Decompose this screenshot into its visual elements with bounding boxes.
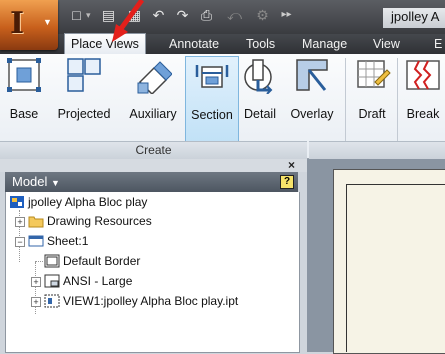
chevron-down-icon: ▼	[43, 17, 52, 27]
new-icon[interactable]: □	[68, 7, 85, 23]
more-icon[interactable]: ▸▸	[278, 7, 295, 23]
section-view-label: Section	[191, 108, 233, 122]
help-icon[interactable]: ?	[280, 175, 294, 189]
draft-view-icon	[357, 60, 391, 88]
auxiliary-view-icon	[137, 61, 172, 94]
projected-view-label: Projected	[57, 107, 111, 121]
tab-view[interactable]: View	[367, 34, 406, 54]
section-view-icon	[195, 65, 229, 88]
break-label: Break	[406, 107, 440, 121]
return-icon: ⤺	[227, 7, 242, 23]
drawing-file-icon	[10, 196, 24, 208]
drawing-view-icon	[44, 294, 60, 308]
browser-grip[interactable]	[0, 159, 307, 172]
tab-manage[interactable]: Manage	[296, 34, 353, 54]
section-view-button[interactable]: Section	[185, 56, 239, 148]
detail-view-button[interactable]: Detail	[238, 56, 282, 146]
detail-view-label: Detail	[244, 107, 276, 121]
border-icon	[44, 254, 60, 268]
model-browser-tree: jpolley Alpha Bloc play + Drawing Resour…	[5, 192, 300, 353]
tree-item-label: Default Border	[63, 254, 141, 268]
sheet-icon	[28, 235, 44, 247]
tree-line	[35, 261, 43, 262]
chevron-down-icon: ▼	[51, 178, 60, 188]
draft-view-button[interactable]: Draft	[350, 56, 394, 146]
sheet-border	[346, 184, 445, 352]
title-block-icon	[44, 274, 60, 288]
expand-icon[interactable]: +	[15, 217, 25, 227]
tree-item-label: jpolley Alpha Bloc play	[28, 195, 148, 209]
ribbon-panel: Base Projected Auxiliary Section Detail …	[0, 54, 445, 159]
title-bar: □ ▾ ▤ ▦ ↶ ↷ ⎙ ⤺ ⚙ ▸▸ jpolley A	[0, 0, 445, 34]
tree-item-label: Drawing Resources	[47, 214, 152, 228]
auxiliary-view-button[interactable]: Auxiliary	[122, 56, 184, 146]
draft-view-label: Draft	[358, 107, 386, 121]
browser-header: Model ▼ ?	[5, 172, 298, 192]
tree-item-default-border[interactable]: Default Border	[44, 252, 140, 270]
create-panel-label[interactable]: Create	[0, 141, 307, 159]
tree-item-label: ANSI - Large	[63, 274, 133, 288]
detail-view-icon	[244, 59, 273, 94]
expand-icon[interactable]: +	[31, 277, 41, 287]
undo-icon[interactable]: ↶	[150, 7, 167, 23]
close-icon[interactable]: ×	[288, 158, 295, 172]
redo-icon[interactable]: ↷	[174, 7, 191, 23]
update-icon: ⚙	[256, 7, 269, 23]
break-icon	[406, 60, 440, 90]
tree-item-label: Sheet:1	[47, 234, 89, 248]
browser-title[interactable]: Model ▼	[12, 174, 60, 189]
browser-title-label: Model	[12, 174, 48, 189]
tree-item-label: VIEW1:jpolley Alpha Bloc play.ipt	[63, 294, 239, 308]
collapse-icon[interactable]: −	[15, 237, 25, 247]
application-menu-button[interactable]: I ▼	[0, 0, 58, 50]
tree-item-title-block[interactable]: ANSI - Large	[44, 272, 132, 290]
print-icon[interactable]: ⎙	[198, 7, 215, 23]
overlay-view-button[interactable]: Overlay	[283, 56, 341, 146]
break-button[interactable]: Break	[401, 56, 445, 146]
base-view-label: Base	[9, 107, 39, 121]
modify-panel-label[interactable]	[309, 141, 445, 159]
tree-item-view1[interactable]: VIEW1:jpolley Alpha Bloc play.ipt	[44, 292, 238, 310]
base-view-button[interactable]: Base	[2, 56, 46, 146]
expand-icon[interactable]: +	[31, 297, 41, 307]
base-view-icon	[7, 58, 41, 92]
tree-item-drawing-resources[interactable]: Drawing Resources	[28, 212, 152, 230]
overlay-view-icon	[296, 59, 328, 91]
projected-view-button[interactable]: Projected	[47, 56, 121, 146]
inventor-logo-icon: I	[10, 6, 25, 41]
tab-annotate[interactable]: Annotate	[163, 34, 225, 54]
tab-environments[interactable]: E	[428, 34, 445, 54]
overlay-view-label: Overlay	[290, 107, 334, 121]
drawing-canvas[interactable]	[307, 159, 445, 354]
auxiliary-view-label: Auxiliary	[129, 107, 177, 121]
tree-item-sheet[interactable]: Sheet:1	[28, 232, 88, 250]
document-title: jpolley A	[383, 8, 445, 28]
tree-item-drawing[interactable]: jpolley Alpha Bloc play	[9, 193, 147, 211]
projected-view-icon	[67, 58, 101, 92]
ribbon-tab-bar: Place Views Annotate Tools Manage View E	[0, 33, 445, 54]
folder-icon	[28, 216, 44, 228]
tab-tools[interactable]: Tools	[240, 34, 281, 54]
annotation-arrow	[112, 0, 145, 42]
